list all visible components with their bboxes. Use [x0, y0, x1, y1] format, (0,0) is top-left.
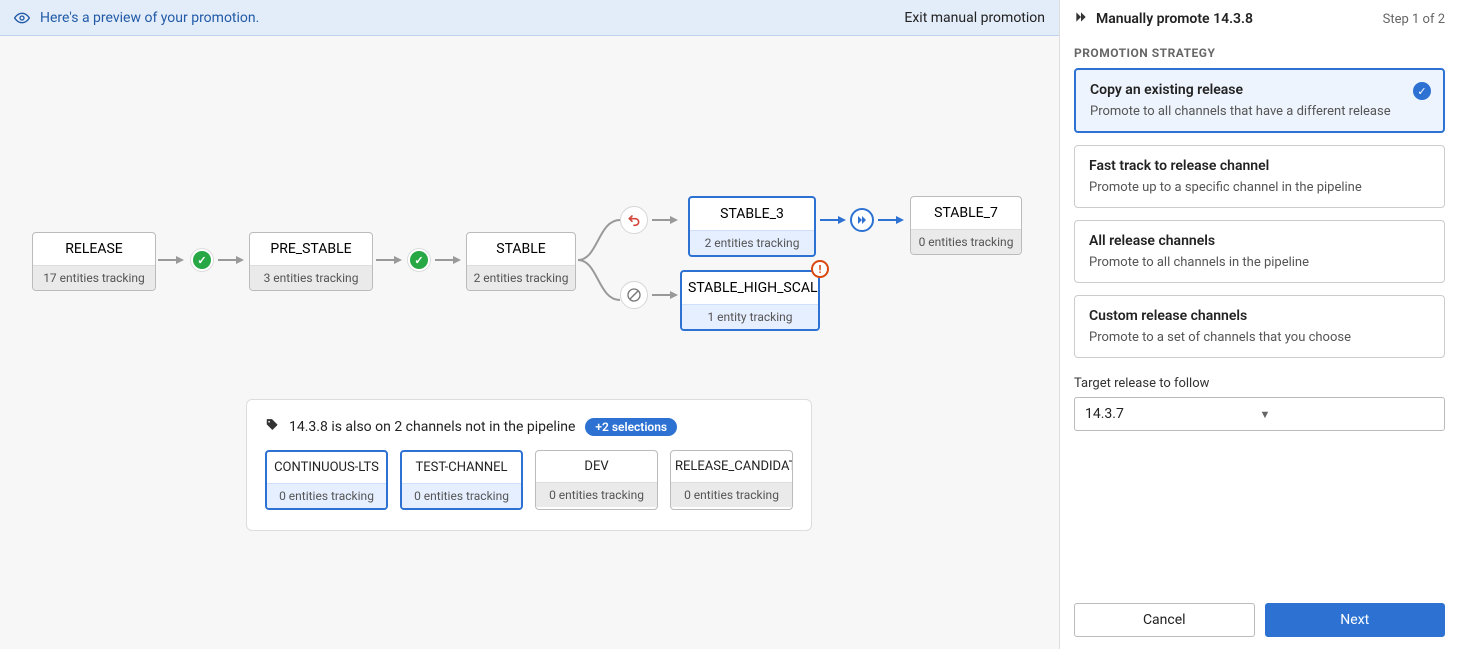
strategy-option-title: Custom release channels — [1089, 308, 1430, 324]
pipeline-canvas: RELEASE 17 entities tracking ✓ PRE_STABL… — [0, 36, 1059, 649]
promotion-sidebar: Manually promote 14.3.8 Step 1 of 2 PROM… — [1059, 0, 1459, 649]
strategy-option-title: Fast track to release channel — [1089, 158, 1430, 174]
node-stable-high-scale-name: STABLE_HIGH_SCALE — [682, 272, 818, 304]
node-stable-name: STABLE — [467, 233, 575, 265]
next-button[interactable]: Next — [1265, 603, 1446, 637]
chevron-down-icon: ▼ — [1260, 408, 1435, 421]
target-release-value: 14.3.7 — [1085, 406, 1260, 422]
target-release-label: Target release to follow — [1060, 358, 1459, 397]
strategy-option[interactable]: All release channels Promote to all chann… — [1074, 220, 1445, 283]
channel-chip-sub: 0 entities tracking — [402, 483, 521, 508]
channel-chip-name: TEST-CHANNEL — [402, 452, 521, 483]
strategy-option-title: All release channels — [1089, 233, 1430, 249]
section-label: PROMOTION STRATEGY — [1060, 28, 1459, 68]
fast-forward-icon — [1074, 10, 1088, 28]
cancel-button[interactable]: Cancel — [1074, 603, 1255, 637]
channel-chip-sub: 0 entities tracking — [267, 483, 386, 508]
node-stable-high-scale-sub: 1 entity tracking — [682, 304, 818, 329]
channel-chip[interactable]: DEV0 entities tracking — [535, 450, 658, 510]
node-pre-stable[interactable]: PRE_STABLE 3 entities tracking — [249, 232, 373, 291]
channel-chip-name: RELEASE_CANDIDATE — [671, 451, 792, 482]
check-icon: ✓ — [407, 248, 431, 272]
target-release-select[interactable]: 14.3.7 ▼ — [1074, 397, 1445, 431]
node-release[interactable]: RELEASE 17 entities tracking — [32, 232, 156, 291]
node-stable-3-sub: 2 entities tracking — [690, 230, 814, 255]
channel-chip-name: DEV — [536, 451, 657, 482]
node-stable-7-sub: 0 entities tracking — [911, 229, 1021, 254]
revert-icon[interactable] — [620, 206, 648, 234]
fast-forward-icon[interactable] — [850, 208, 874, 232]
strategy-option[interactable]: Copy an existing release Promote to all c… — [1074, 68, 1445, 133]
eye-icon — [14, 10, 30, 26]
node-stable-3-name: STABLE_3 — [690, 198, 814, 230]
selections-badge: +2 selections — [585, 418, 677, 436]
node-release-sub: 17 entities tracking — [33, 265, 155, 290]
channel-chip-name: CONTINUOUS-LTS — [267, 452, 386, 483]
strategy-option[interactable]: Fast track to release channel Promote up … — [1074, 145, 1445, 208]
node-stable-7[interactable]: STABLE_7 0 entities tracking — [910, 196, 1022, 255]
sidebar-title: Manually promote 14.3.8 — [1096, 11, 1375, 27]
no-entry-icon — [620, 281, 648, 309]
strategy-option-title: Copy an existing release — [1090, 82, 1429, 98]
sidebar-step: Step 1 of 2 — [1383, 12, 1445, 27]
strategy-option-desc: Promote to all channels in the pipeline — [1089, 255, 1430, 270]
node-stable-3[interactable]: STABLE_3 2 entities tracking — [688, 196, 816, 257]
strategy-option[interactable]: Custom release channels Promote to a set … — [1074, 295, 1445, 358]
channel-chip[interactable]: CONTINUOUS-LTS0 entities tracking — [265, 450, 388, 510]
alert-icon: ! — [811, 260, 829, 278]
node-stable-7-name: STABLE_7 — [911, 197, 1021, 229]
node-pre-stable-sub: 3 entities tracking — [250, 265, 372, 290]
strategy-option-desc: Promote up to a specific channel in the … — [1089, 180, 1430, 195]
channel-chip[interactable]: TEST-CHANNEL0 entities tracking — [400, 450, 523, 510]
strategy-option-desc: Promote to a set of channels that you ch… — [1089, 330, 1430, 345]
banner-text: Here's a preview of your promotion. — [40, 10, 904, 26]
preview-banner: Here's a preview of your promotion. Exit… — [0, 0, 1059, 36]
extra-channels-box: 14.3.8 is also on 2 channels not in the … — [246, 399, 812, 531]
check-icon: ✓ — [190, 248, 214, 272]
node-release-name: RELEASE — [33, 233, 155, 265]
exit-manual-promotion-link[interactable]: Exit manual promotion — [904, 10, 1045, 26]
tag-icon — [265, 418, 279, 436]
channel-chip-sub: 0 entities tracking — [536, 482, 657, 507]
check-icon: ✓ — [1413, 82, 1431, 100]
extra-channels-header: 14.3.8 is also on 2 channels not in the … — [289, 419, 575, 435]
channel-chip-sub: 0 entities tracking — [671, 482, 792, 507]
node-stable-sub: 2 entities tracking — [467, 265, 575, 290]
node-pre-stable-name: PRE_STABLE — [250, 233, 372, 265]
node-stable[interactable]: STABLE 2 entities tracking — [466, 232, 576, 291]
node-stable-high-scale[interactable]: STABLE_HIGH_SCALE 1 entity tracking — [680, 270, 820, 331]
channel-chip[interactable]: RELEASE_CANDIDATE0 entities tracking — [670, 450, 793, 510]
strategy-option-desc: Promote to all channels that have a diff… — [1090, 104, 1429, 119]
